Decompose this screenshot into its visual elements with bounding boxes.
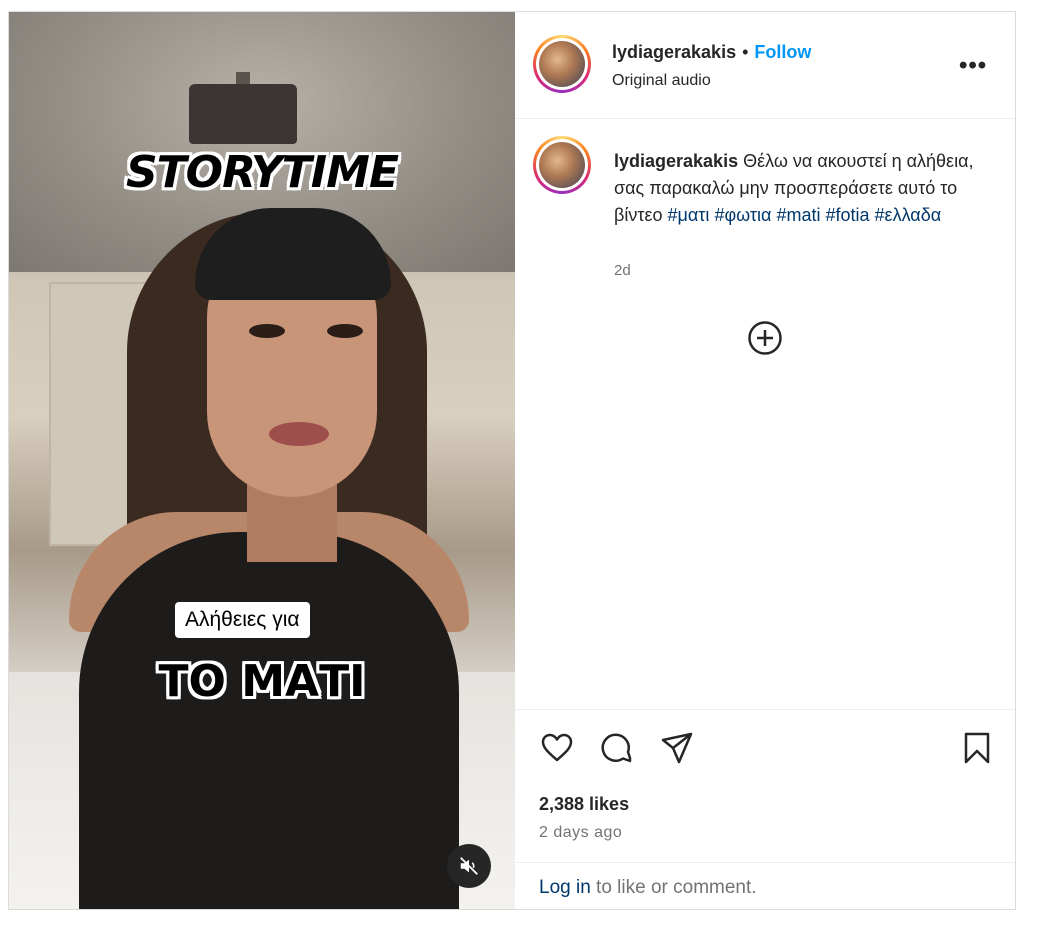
header-username[interactable]: lydiagerakakis [612,42,736,62]
caption-avatar[interactable] [533,136,591,194]
avatar-image [539,41,585,87]
hashtag-link[interactable]: #ελλαδα [875,205,942,225]
audio-label[interactable]: Original audio [612,72,711,90]
hashtag-link[interactable]: #fotia [825,205,869,225]
login-prompt: Log in to like or comment. [515,862,1015,910]
share-icon [661,732,693,764]
header-title-row: lydiagerakakis • Follow [612,42,811,63]
follow-button[interactable]: Follow [754,42,811,62]
person-top [79,532,459,909]
bookmark-icon [964,732,990,764]
login-prompt-text: to like or comment. [590,877,757,898]
video-caption-box: Αλήθειες για [175,602,310,638]
speaker-muted-icon [460,857,478,875]
hashtag-link[interactable]: #φωτια [714,205,771,225]
likes-count[interactable]: 2,388 likes [539,794,629,815]
more-options-button[interactable]: ••• [959,52,987,80]
comment-icon [601,733,632,763]
login-link[interactable]: Log in [539,877,591,898]
header-separator: • [742,42,749,62]
ceiling-lamp [189,84,297,144]
comment-button[interactable] [599,730,635,766]
post-container: STORYTIME Αλήθειες για ΤΟ ΜΑΤΙ lydiagera… [8,11,1016,910]
post-header: lydiagerakakis • Follow Original audio ••• [515,12,1015,119]
like-button[interactable] [539,730,575,766]
post-date[interactable]: 2 days ago [539,824,622,842]
person-eye-left [249,324,285,338]
mute-button[interactable] [447,844,491,888]
caption-avatar-image [539,142,585,188]
post-actions: 2,388 likes 2 days ago Log in to like or… [515,709,1015,910]
load-more-comments-button[interactable] [747,320,783,356]
person-eye-right [327,324,363,338]
caption-username[interactable]: lydiagerakakis [614,151,738,171]
caption-timestamp[interactable]: 2d [614,262,631,279]
person-mouth [269,422,329,446]
post-caption: lydiagerakakis Θέλω να ακουστεί η αλήθει… [614,148,984,229]
avatar[interactable] [533,35,591,93]
heart-icon [541,733,573,762]
post-sidebar: lydiagerakakis • Follow Original audio •••… [515,12,1015,909]
hashtag-link[interactable]: #ματι [668,205,710,225]
video-player[interactable]: STORYTIME Αλήθειες για ΤΟ ΜΑΤΙ [9,12,515,909]
video-overlay-text: ΤΟ ΜΑΤΙ [158,656,366,707]
hashtag-link[interactable]: #mati [776,205,820,225]
share-button[interactable] [659,730,695,766]
save-button[interactable] [959,730,995,766]
video-overlay-title: STORYTIME [125,147,399,198]
more-options-icon: ••• [959,52,988,79]
plus-circle-icon [748,321,782,355]
